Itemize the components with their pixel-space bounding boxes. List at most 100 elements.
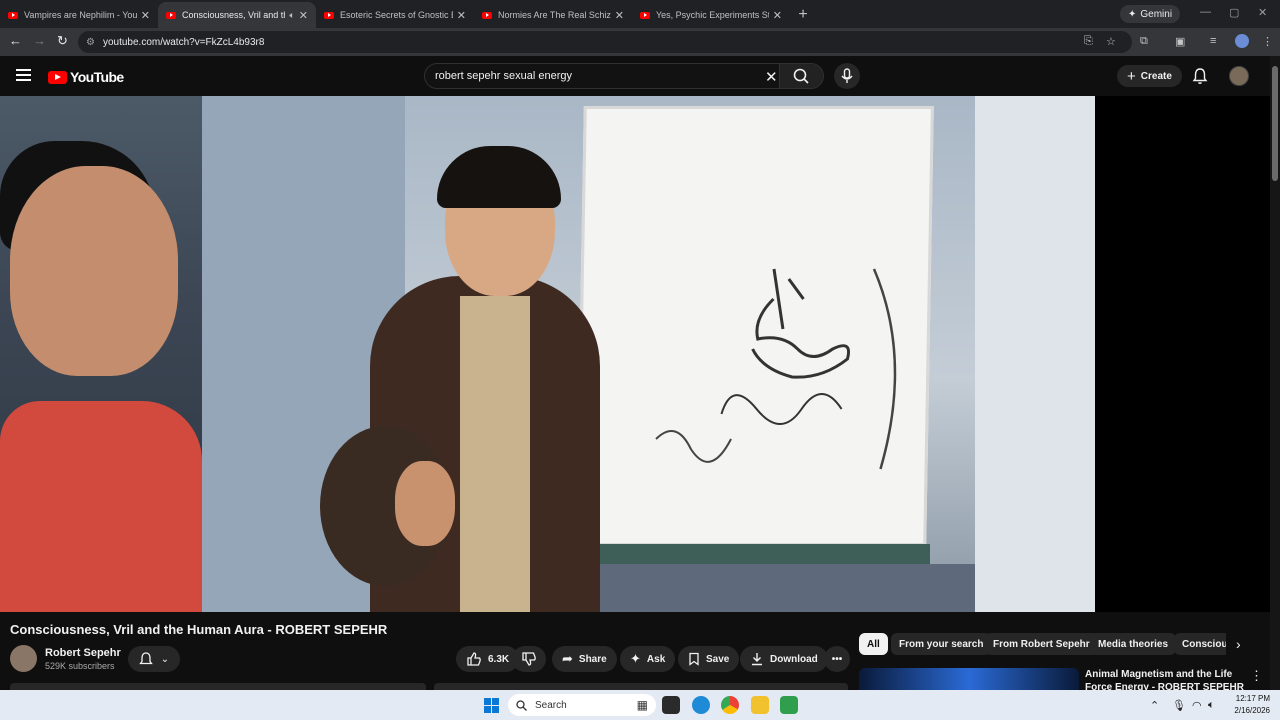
youtube-favicon-icon	[8, 11, 18, 19]
like-button[interactable]: 6.3K	[456, 646, 520, 672]
browser-tab-active[interactable]: Consciousness, Vril and the Human Aura 🔈…	[158, 2, 316, 28]
tab-title: Yes, Psychic Experiments Still Happen	[656, 10, 769, 20]
youtube-play-icon	[48, 70, 67, 84]
close-tab-icon[interactable]: ✕	[615, 9, 624, 22]
minimize-icon[interactable]: —	[1200, 6, 1211, 18]
webcam-overlay	[0, 96, 202, 612]
youtube-wordmark: YouTube	[70, 69, 124, 85]
create-button[interactable]: + Create	[1117, 65, 1182, 87]
subscribed-notifications-button[interactable]: ⌄	[128, 646, 180, 672]
wifi-icon[interactable]: ◠	[1192, 699, 1202, 712]
install-app-icon[interactable]: ⎘	[1084, 35, 1093, 48]
menu-kebab-icon[interactable]: ⋮	[1262, 35, 1273, 48]
search-icon	[793, 68, 809, 84]
reload-icon[interactable]: ↻	[57, 33, 68, 49]
more-actions-button[interactable]: •••	[824, 646, 850, 672]
windows-start-icon[interactable]	[484, 698, 499, 713]
create-label: Create	[1140, 70, 1172, 82]
notifications-bell-icon[interactable]	[1192, 67, 1208, 85]
search-icon	[516, 699, 527, 711]
channel-name[interactable]: Robert Sepehr	[45, 647, 121, 659]
whiteboard-drawing	[576, 106, 934, 546]
tray-chevron-icon[interactable]: ⌃	[1150, 699, 1159, 712]
chip-from-your-search[interactable]: From your search	[891, 633, 992, 655]
download-button[interactable]: Download	[740, 646, 828, 672]
microphone-tray-icon[interactable]: 🎙︎	[1172, 699, 1186, 712]
address-bar[interactable]: ⚙ youtube.com/watch?v=FkZcL4b93r8	[78, 31, 1132, 53]
page-scrollbar[interactable]	[1270, 56, 1280, 690]
clock-date: 2/16/2026	[1234, 706, 1270, 715]
download-icon	[752, 653, 762, 666]
file-explorer-icon[interactable]	[751, 696, 769, 714]
ask-button[interactable]: ✦ Ask	[620, 646, 676, 672]
search-button[interactable]	[779, 64, 823, 88]
close-tab-icon[interactable]: ✕	[141, 9, 150, 22]
description-box[interactable]	[10, 683, 426, 690]
dislike-button[interactable]	[512, 646, 546, 672]
site-info-icon[interactable]: ⚙	[86, 37, 95, 48]
close-window-icon[interactable]: ✕	[1258, 6, 1267, 19]
system-clock[interactable]: 12:17 PM 2/16/2026	[1224, 693, 1270, 717]
tab-title: Vampires are Nephilim - YouTube	[24, 10, 137, 20]
hamburger-menu-icon[interactable]	[16, 69, 31, 81]
chip-media-theories[interactable]: Media theories	[1090, 633, 1177, 655]
sparkle-icon: ✦	[630, 651, 641, 666]
voice-search-button[interactable]	[834, 63, 860, 89]
taskbar-search[interactable]: Search ▦	[508, 694, 656, 716]
scrollbar-thumb[interactable]	[1272, 66, 1278, 181]
reading-list-icon[interactable]: ≡	[1210, 35, 1216, 47]
recommended-thumbnail[interactable]	[859, 668, 1079, 690]
youtube-logo[interactable]: YouTube	[48, 69, 124, 85]
new-tab-button[interactable]: +	[790, 2, 816, 28]
share-label: Share	[578, 653, 607, 665]
thumbs-up-icon	[467, 652, 481, 666]
close-tab-icon[interactable]: ✕	[773, 9, 782, 22]
browser-tab[interactable]: Yes, Psychic Experiments Still Happen ✕	[632, 2, 790, 28]
chip-consciousness[interactable]: Consciou	[1174, 633, 1226, 655]
app-icon[interactable]	[780, 696, 798, 714]
search-input[interactable]	[425, 70, 745, 82]
maximize-icon[interactable]: ▢	[1229, 6, 1239, 19]
url-text: youtube.com/watch?v=FkZcL4b93r8	[102, 36, 265, 48]
save-button[interactable]: Save	[678, 646, 740, 672]
chrome-icon[interactable]	[721, 696, 739, 714]
search-box: ✕	[424, 63, 824, 89]
back-icon[interactable]: ←	[9, 33, 22, 48]
chip-all[interactable]: All	[859, 633, 888, 655]
browser-toolbar: ← → ↻ ⚙ youtube.com/watch?v=FkZcL4b93r8 …	[0, 28, 1280, 56]
description-box-right[interactable]	[434, 683, 848, 690]
video-player[interactable]	[0, 96, 1270, 612]
bookmark-star-icon[interactable]: ☆	[1106, 35, 1116, 48]
save-label: Save	[706, 653, 730, 665]
browser-tab-strip: Vampires are Nephilim - YouTube ✕ Consci…	[0, 0, 1280, 28]
forward-icon[interactable]: →	[33, 33, 46, 48]
tab-search-icon[interactable]: ▣	[1175, 35, 1185, 48]
tab-title: Normies Are The Real Schizos	[498, 10, 611, 20]
task-view-icon[interactable]	[662, 696, 680, 714]
gemini-button[interactable]: ✦ Gemini	[1120, 5, 1181, 23]
close-tab-icon[interactable]: ✕	[457, 9, 466, 22]
bookmark-icon	[689, 652, 699, 666]
browser-tab[interactable]: Vampires are Nephilim - YouTube ✕	[0, 2, 158, 28]
profile-avatar-icon[interactable]	[1235, 34, 1249, 48]
youtube-favicon-icon	[324, 11, 334, 19]
close-tab-icon[interactable]: ✕	[299, 9, 308, 22]
volume-icon[interactable]: 🔈︎	[1208, 699, 1215, 712]
browser-tab[interactable]: Esoteric Secrets of Gnostic Baptism ✕	[316, 2, 474, 28]
share-button[interactable]: ➦ Share	[552, 646, 617, 672]
chip-from-robert-sepehr[interactable]: From Robert Sepehr	[985, 633, 1098, 655]
extensions-icon[interactable]: ⧉	[1140, 35, 1148, 48]
sparkle-icon: ✦	[1128, 8, 1137, 20]
account-avatar[interactable]	[1229, 66, 1249, 86]
more-vertical-icon[interactable]: ⋮	[1250, 668, 1263, 684]
clock-time: 12:17 PM	[1235, 694, 1270, 703]
chevron-right-icon[interactable]: ›	[1236, 636, 1241, 652]
browser-tab[interactable]: Normies Are The Real Schizos ✕	[474, 2, 632, 28]
clear-search-icon[interactable]: ✕	[765, 68, 778, 86]
gemini-label: Gemini	[1140, 8, 1173, 20]
speaker-icon[interactable]: 🔈︎	[289, 10, 294, 21]
recommended-title[interactable]: Animal Magnetism and the Life Force Ener…	[1085, 668, 1245, 690]
channel-avatar[interactable]	[10, 645, 37, 672]
edge-icon[interactable]	[692, 696, 710, 714]
bell-icon	[138, 652, 153, 665]
